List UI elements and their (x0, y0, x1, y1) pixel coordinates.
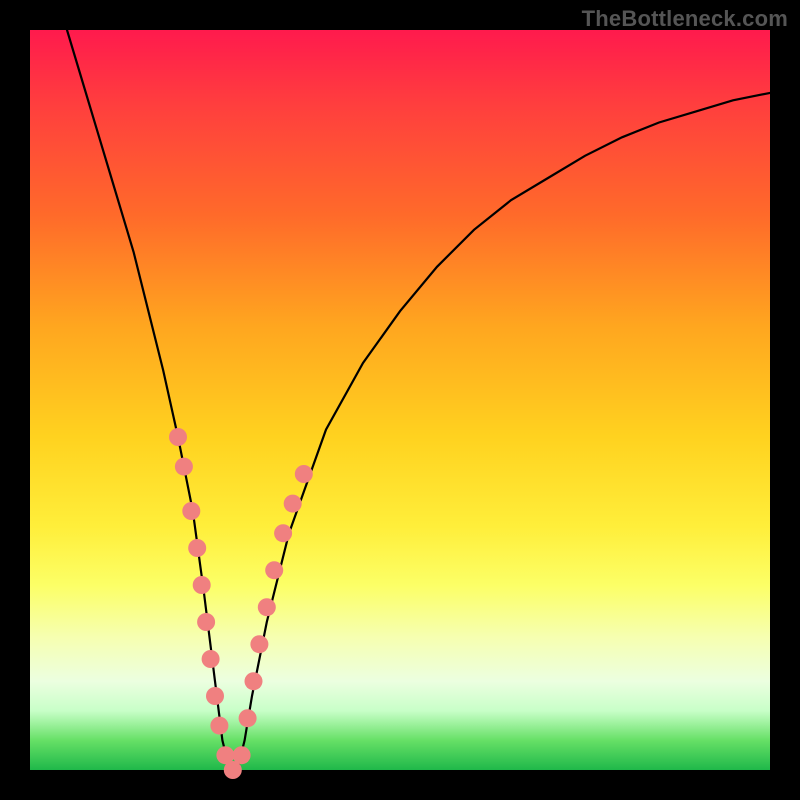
highlight-dots (169, 428, 313, 779)
highlight-dot (239, 709, 257, 727)
bottleneck-curve-path (67, 30, 770, 770)
highlight-dot (210, 717, 228, 735)
highlight-dot (188, 539, 206, 557)
highlight-dot (169, 428, 187, 446)
highlight-dot (265, 561, 283, 579)
highlight-dot (202, 650, 220, 668)
highlight-dot (175, 458, 193, 476)
highlight-dot (206, 687, 224, 705)
highlight-dot (193, 576, 211, 594)
curve-layer (30, 30, 770, 770)
watermark-text: TheBottleneck.com (582, 6, 788, 32)
plot-area (30, 30, 770, 770)
highlight-dot (274, 524, 292, 542)
highlight-dot (233, 746, 251, 764)
highlight-dot (182, 502, 200, 520)
highlight-dot (284, 495, 302, 513)
highlight-dot (245, 672, 263, 690)
chart-frame: TheBottleneck.com (0, 0, 800, 800)
highlight-dot (295, 465, 313, 483)
highlight-dot (250, 635, 268, 653)
highlight-dot (197, 613, 215, 631)
bottleneck-curve (67, 30, 770, 770)
highlight-dot (258, 598, 276, 616)
